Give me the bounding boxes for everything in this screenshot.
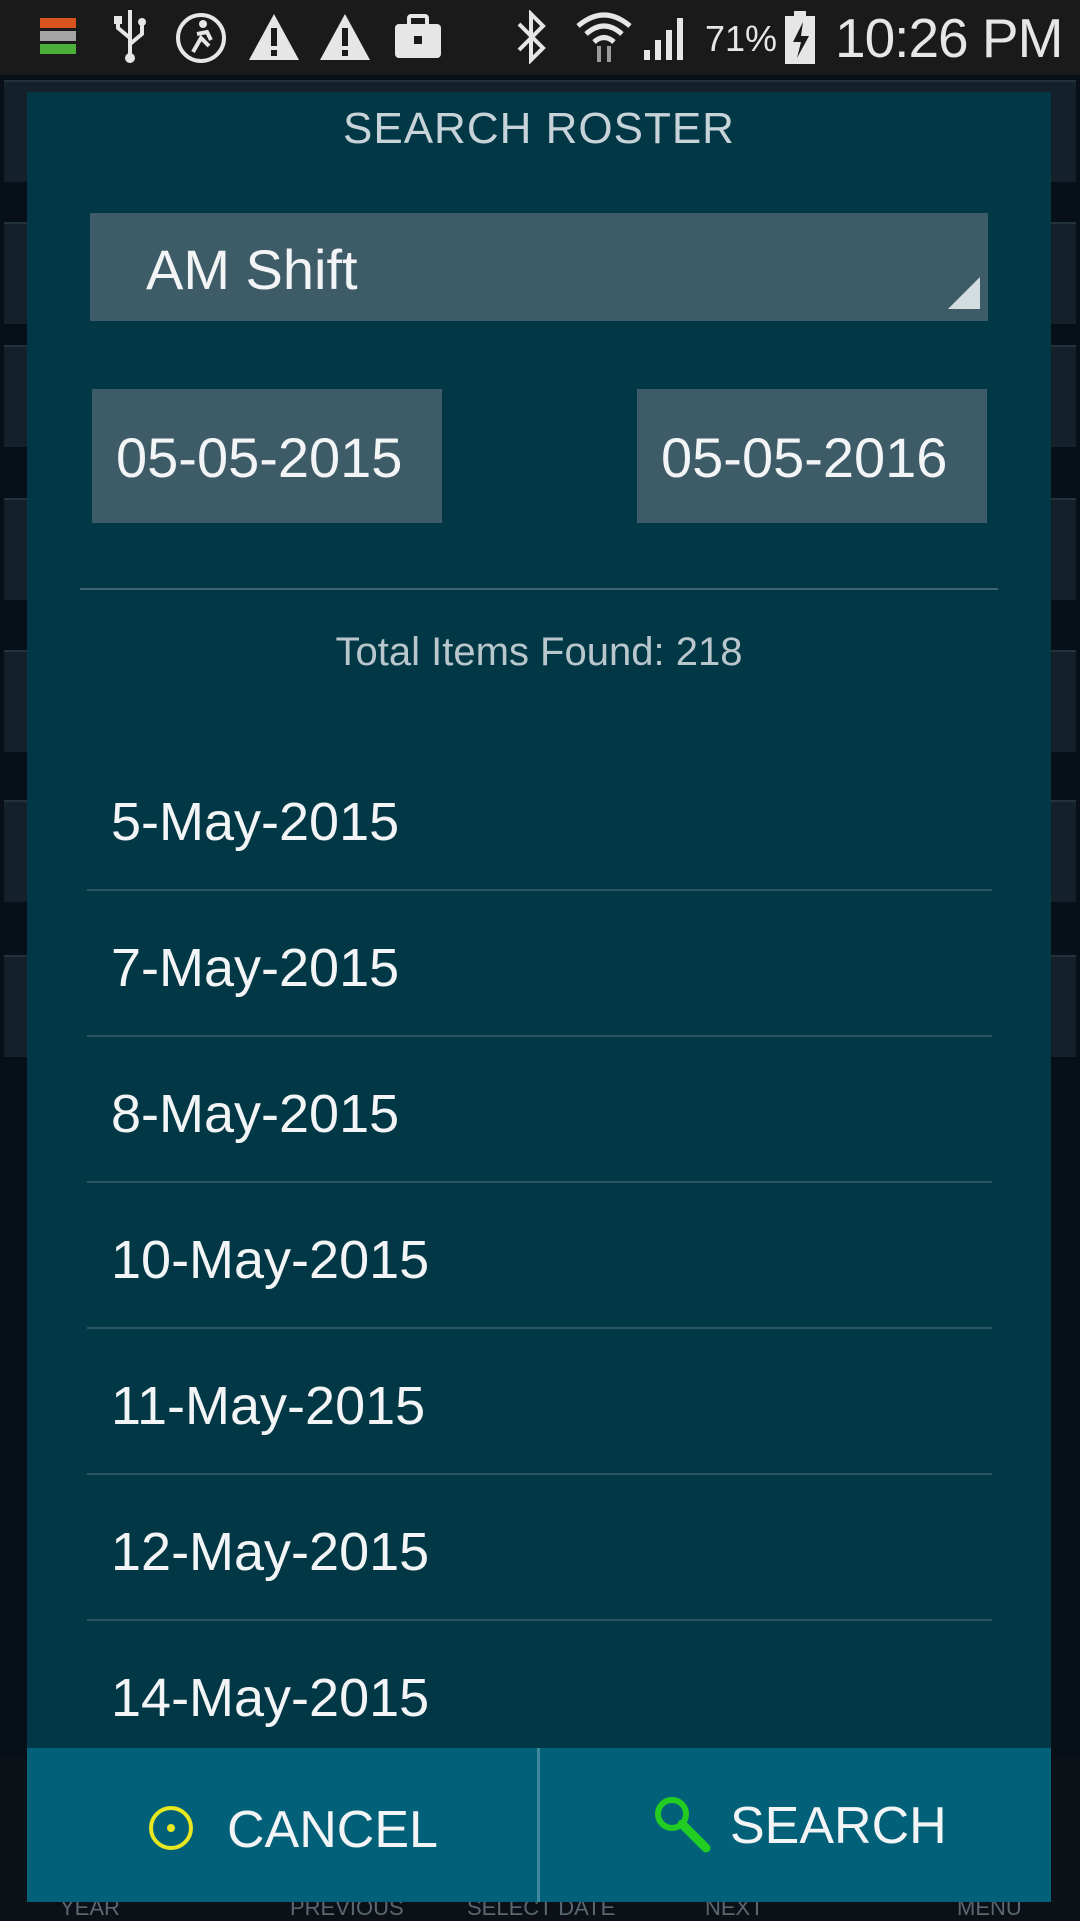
battery-percent: 71% (705, 18, 778, 59)
start-date-field[interactable]: 05-05-2015 (92, 389, 442, 523)
cancel-button[interactable]: CANCEL (27, 1748, 537, 1902)
stack-app-icon (40, 18, 76, 54)
list-item-label: 5-May-2015 (111, 792, 400, 852)
cancel-label: CANCEL (227, 1801, 438, 1859)
search-roster-dialog: SEARCH ROSTER AM Shift 05-05-2015 05-05-… (27, 92, 1051, 1902)
status-bar: 71% 10:26 PM (0, 0, 1080, 75)
start-date-value: 05-05-2015 (116, 426, 403, 489)
dialog-title: SEARCH ROSTER (343, 104, 735, 153)
shift-select-value: AM Shift (146, 238, 358, 301)
list-item[interactable]: 7-May-2015 (87, 891, 992, 1037)
cell-signal-icon (644, 18, 683, 60)
results-list: 5-May-2015 7-May-2015 8-May-2015 10-May-… (87, 745, 992, 1765)
list-item-label: 11-May-2015 (111, 1376, 426, 1436)
shift-select[interactable]: AM Shift (90, 213, 988, 321)
list-item[interactable]: 5-May-2015 (87, 745, 992, 891)
list-item-label: 7-May-2015 (111, 938, 400, 998)
clock: 10:26 PM (835, 7, 1063, 69)
list-item[interactable]: 14-May-2015 (87, 1621, 992, 1765)
search-icon (655, 1797, 711, 1853)
search-label: SEARCH (730, 1797, 947, 1855)
list-item[interactable]: 11-May-2015 (87, 1329, 992, 1475)
battery-charging-icon (785, 11, 815, 64)
end-date-value: 05-05-2016 (661, 426, 948, 489)
search-button[interactable]: SEARCH (540, 1748, 1050, 1902)
dropdown-arrow-icon (948, 277, 980, 309)
list-item-label: 8-May-2015 (111, 1084, 400, 1144)
total-items-found: Total Items Found: 218 (335, 630, 743, 674)
list-item-label: 12-May-2015 (111, 1522, 430, 1582)
list-item[interactable]: 10-May-2015 (87, 1183, 992, 1329)
bluetooth-icon (517, 10, 546, 64)
list-item-label: 10-May-2015 (111, 1230, 430, 1290)
list-item[interactable]: 8-May-2015 (87, 1037, 992, 1183)
dialog-button-bar: CANCEL SEARCH (27, 1748, 1051, 1902)
accessibility-icon (176, 13, 226, 63)
cancel-icon (149, 1806, 193, 1850)
wifi-icon (576, 12, 632, 62)
warning-icon (249, 14, 299, 60)
list-item-label: 14-May-2015 (111, 1668, 430, 1728)
divider (80, 588, 998, 590)
end-date-field[interactable]: 05-05-2016 (637, 389, 987, 523)
list-item[interactable]: 12-May-2015 (87, 1475, 992, 1621)
briefcase-icon (395, 14, 441, 58)
usb-icon (114, 10, 146, 63)
warning-icon (320, 14, 370, 60)
